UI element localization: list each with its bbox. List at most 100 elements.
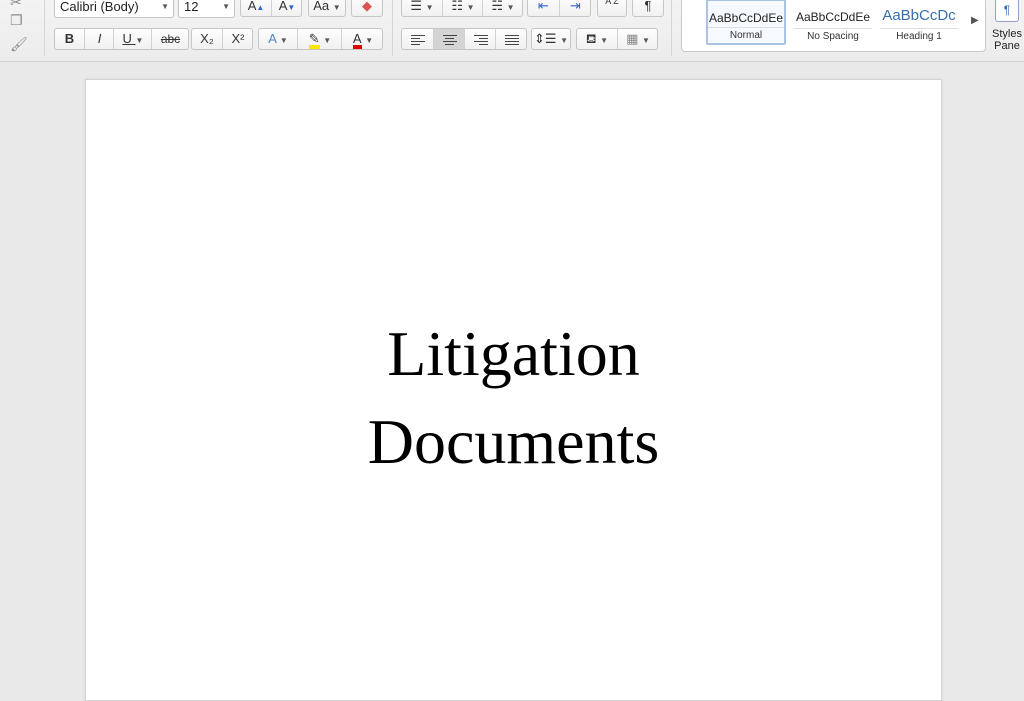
line-spacing-icon: ⇕☰ xyxy=(533,31,557,46)
show-formatting-button[interactable]: ¶ xyxy=(632,0,664,17)
bullet-list-icon: ☰ xyxy=(410,0,423,13)
highlighter-icon: ✎ xyxy=(308,32,320,49)
style-normal[interactable]: AaBbCcDdEe Normal xyxy=(706,0,786,45)
shading-border-buttons: ⛾ ▼ ▦ ▼ xyxy=(576,28,658,50)
style-preview: AaBbCcDdEe xyxy=(795,10,871,24)
style-name: Normal xyxy=(708,27,784,41)
grow-font-button[interactable]: A▲ xyxy=(241,0,271,16)
effects-buttons: A ▼ ✎ ▼ A ▼ xyxy=(258,28,383,50)
list-buttons: ☰ ▼ ☷ ▼ ☵ ▼ xyxy=(401,0,523,17)
change-case-button[interactable]: Aa ▼ xyxy=(308,0,346,17)
document-page[interactable]: Litigation Documents xyxy=(85,79,942,701)
font-color-label: A xyxy=(352,32,362,49)
styles-pane-label: Styles Pane xyxy=(990,28,1024,52)
bullets-button[interactable]: ☰ ▼ xyxy=(402,0,442,16)
align-right-button[interactable] xyxy=(464,29,496,49)
text-effects-button[interactable]: A ▼ xyxy=(259,29,297,49)
style-name: Heading 1 xyxy=(880,28,958,42)
strikethrough-button[interactable]: abc xyxy=(151,29,189,49)
style-heading-1[interactable]: AaBbCcDc Heading 1 xyxy=(879,0,959,45)
sort-button[interactable]: A Z xyxy=(597,0,627,17)
align-left-icon xyxy=(410,33,425,47)
multilevel-list-button[interactable]: ☵ ▼ xyxy=(482,0,523,16)
font-size-value: 12 xyxy=(184,0,199,14)
chevron-down-icon: ▼ xyxy=(642,36,650,45)
group-divider xyxy=(44,0,45,56)
align-left-button[interactable] xyxy=(402,29,433,49)
chevron-down-icon: ▼ xyxy=(222,2,230,11)
chevron-down-icon: ▼ xyxy=(332,3,341,12)
format-painter-icon[interactable]: 🖌 xyxy=(10,36,28,53)
paint-bucket-icon: ⛾ xyxy=(585,31,597,46)
underline-button[interactable]: U ▼ xyxy=(113,29,152,49)
text-effects-label: A xyxy=(268,31,277,46)
indent-buttons: ⇤ ⇥ xyxy=(527,0,591,17)
chevron-down-icon: ▼ xyxy=(506,3,515,12)
decrease-indent-button[interactable]: ⇤ xyxy=(528,0,559,16)
increase-indent-icon: ⇥ xyxy=(570,0,581,13)
line-spacing-button[interactable]: ⇕☰ ▼ xyxy=(531,28,571,50)
pilcrow-icon: ¶ xyxy=(644,0,652,13)
group-divider xyxy=(671,0,672,56)
title-line-2: Documents xyxy=(367,406,660,477)
chevron-down-icon: ▼ xyxy=(466,3,475,12)
underline-label: U xyxy=(122,31,132,46)
multilevel-list-icon: ☵ xyxy=(491,0,504,13)
clear-formatting-button[interactable]: ◆ xyxy=(351,0,383,17)
align-center-icon xyxy=(442,33,457,47)
font-name-value: Calibri (Body) xyxy=(60,0,139,14)
subscript-button[interactable]: X₂ xyxy=(192,29,222,49)
chevron-down-icon: ▼ xyxy=(161,2,169,11)
decrease-indent-icon: ⇤ xyxy=(538,0,549,13)
chevron-down-icon: ▼ xyxy=(425,3,434,12)
document-title[interactable]: Litigation Documents xyxy=(86,310,941,486)
shading-button[interactable]: ⛾ ▼ xyxy=(577,29,617,49)
font-name-field[interactable]: Calibri (Body) ▼ xyxy=(54,0,174,18)
chevron-down-icon: ▼ xyxy=(560,36,569,45)
italic-label: I xyxy=(97,31,102,46)
numbering-button[interactable]: ☷ ▼ xyxy=(442,0,483,16)
align-right-icon xyxy=(473,33,488,47)
borders-icon: ▦ xyxy=(626,31,639,46)
chevron-down-icon: ▼ xyxy=(135,36,144,45)
font-size-buttons: A▲ A▼ xyxy=(240,0,302,17)
numbered-list-icon: ☷ xyxy=(451,0,464,13)
styles-pane-button[interactable]: ¶ Styles Pane xyxy=(990,0,1024,58)
align-center-button[interactable] xyxy=(433,29,465,49)
style-preview: AaBbCcDdEe xyxy=(708,11,784,25)
styles-pane-label-line1: Styles xyxy=(992,28,1022,40)
eraser-icon: ◆ xyxy=(362,0,372,13)
superscript-label: X² xyxy=(231,31,245,46)
justify-button[interactable] xyxy=(495,29,527,49)
style-preview: AaBbCcDc xyxy=(882,7,956,24)
font-style-buttons: B I U ▼ abc xyxy=(54,28,189,50)
alignment-buttons xyxy=(401,28,527,50)
styles-gallery: AaBbCcDdEe Normal AaBbCcDdEe No Spacing … xyxy=(681,0,986,52)
styles-pane-label-line2: Pane xyxy=(994,40,1020,52)
styles-pane-icon: ¶ xyxy=(995,0,1019,22)
increase-indent-button[interactable]: ⇥ xyxy=(559,0,591,16)
bold-button[interactable]: B xyxy=(55,29,84,49)
highlight-button[interactable]: ✎ ▼ xyxy=(297,29,342,49)
ribbon-toolbar: ✂ ❐ 🖌 Calibri (Body) ▼ 12 ▼ A▲ A▼ Aa ▼ ◆… xyxy=(0,0,1024,62)
shrink-font-button[interactable]: A▼ xyxy=(271,0,302,16)
font-size-field[interactable]: 12 ▼ xyxy=(178,0,235,18)
chevron-down-icon: ▼ xyxy=(365,36,374,45)
gallery-next-icon[interactable]: ▶ xyxy=(971,15,979,26)
superscript-button[interactable]: X² xyxy=(222,29,253,49)
group-divider xyxy=(392,0,393,56)
sort-icon: A Z xyxy=(605,0,619,6)
chevron-down-icon: ▼ xyxy=(323,36,332,45)
strikethrough-label: abc xyxy=(160,32,181,46)
subscript-label: X₂ xyxy=(200,31,214,46)
change-case-label: Aa xyxy=(313,0,330,13)
style-name: No Spacing xyxy=(794,28,872,42)
style-no-spacing[interactable]: AaBbCcDdEe No Spacing xyxy=(793,0,873,45)
chevron-down-icon: ▼ xyxy=(279,36,288,45)
borders-button[interactable]: ▦ ▼ xyxy=(617,29,658,49)
cut-icon[interactable]: ✂ xyxy=(10,0,22,11)
bold-label: B xyxy=(64,31,75,46)
font-color-button[interactable]: A ▼ xyxy=(341,29,384,49)
copy-icon[interactable]: ❐ xyxy=(10,12,23,29)
italic-button[interactable]: I xyxy=(84,29,114,49)
